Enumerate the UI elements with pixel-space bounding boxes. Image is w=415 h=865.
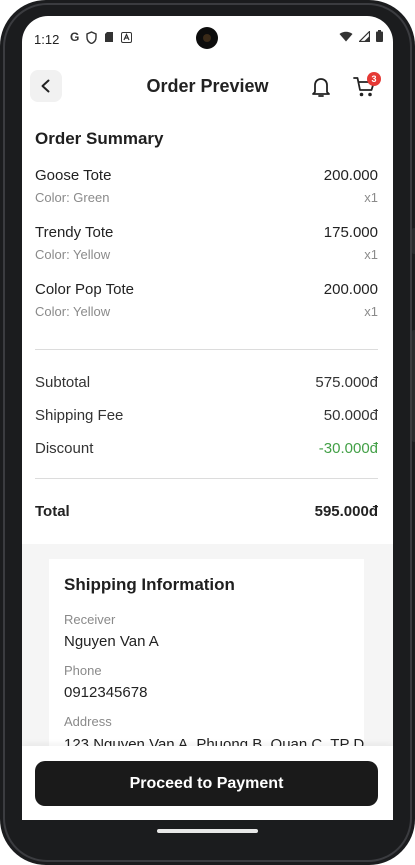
page-title: Order Preview	[146, 76, 269, 96]
app-screen: 1:12 G Order Preview 3 Order Summary Goo…	[22, 16, 393, 820]
subtotal-row: Subtotal 575.000đ	[35, 374, 378, 394]
proceed-to-payment-button[interactable]: Proceed to Payment	[35, 761, 378, 806]
front-camera	[196, 27, 218, 49]
discount-row: Discount -30.000đ	[35, 440, 378, 460]
order-item: Color Pop Tote 200.000 Color: Yellow x1	[35, 281, 378, 325]
sim-card-icon	[105, 32, 114, 42]
item-name: Goose Tote	[35, 167, 112, 184]
subtotal-value: 575.000đ	[315, 374, 378, 391]
wifi-icon	[339, 31, 353, 41]
order-summary-title: Order Summary	[35, 129, 164, 148]
phone-frame: 1:12 G Order Preview 3 Order Summary Goo…	[0, 0, 415, 865]
shipping-fee-label: Shipping Fee	[35, 407, 124, 424]
total-value: 595.000đ	[314, 503, 378, 520]
shipping-fee-row: Shipping Fee 50.000đ	[35, 407, 378, 427]
receiver-label: Receiver	[64, 612, 116, 627]
item-quantity: x1	[364, 304, 378, 319]
divider	[35, 349, 378, 350]
status-system-icons	[339, 30, 383, 42]
order-item: Goose Tote 200.000 Color: Green x1	[35, 167, 378, 211]
item-price: 200.000	[323, 167, 378, 184]
receiver-value: Nguyen Van A	[64, 633, 159, 650]
total-row: Total 595.000đ	[35, 503, 378, 523]
item-price: 200.000	[323, 281, 378, 298]
shipping-fee-value: 50.000đ	[323, 407, 378, 424]
bottom-action-bar: Proceed to Payment	[22, 746, 393, 820]
a-badge-icon	[121, 31, 133, 43]
discount-value: -30.000đ	[318, 440, 378, 457]
signal-icon	[359, 30, 370, 42]
item-color: Color: Green	[35, 190, 110, 205]
status-notification-icons: G	[70, 30, 133, 44]
bell-icon[interactable]	[310, 75, 332, 99]
item-name: Trendy Tote	[35, 224, 114, 241]
total-label: Total	[35, 503, 70, 520]
gesture-nav-handle[interactable]	[157, 829, 258, 833]
shield-icon	[86, 30, 98, 44]
item-color: Color: Yellow	[35, 247, 111, 262]
google-g-icon: G	[70, 30, 80, 44]
shipping-info-title: Shipping Information	[64, 575, 235, 594]
item-quantity: x1	[364, 190, 378, 205]
phone-value: 0912345678	[64, 684, 148, 701]
phone-label: Phone	[64, 663, 102, 678]
item-price: 175.000	[323, 224, 378, 241]
subtotal-label: Subtotal	[35, 374, 91, 391]
battery-icon	[376, 30, 383, 42]
discount-label: Discount	[35, 440, 94, 457]
address-label: Address	[64, 714, 112, 729]
item-quantity: x1	[364, 247, 378, 262]
item-name: Color Pop Tote	[35, 281, 134, 298]
item-color: Color: Yellow	[35, 304, 111, 319]
status-time: 1:12	[34, 32, 60, 47]
top-app-bar: Order Preview 3	[22, 68, 393, 108]
cart-count-badge: 3	[367, 72, 381, 86]
order-item: Trendy Tote 175.000 Color: Yellow x1	[35, 224, 378, 268]
status-bar: 1:12 G	[22, 16, 393, 62]
divider	[35, 478, 378, 479]
